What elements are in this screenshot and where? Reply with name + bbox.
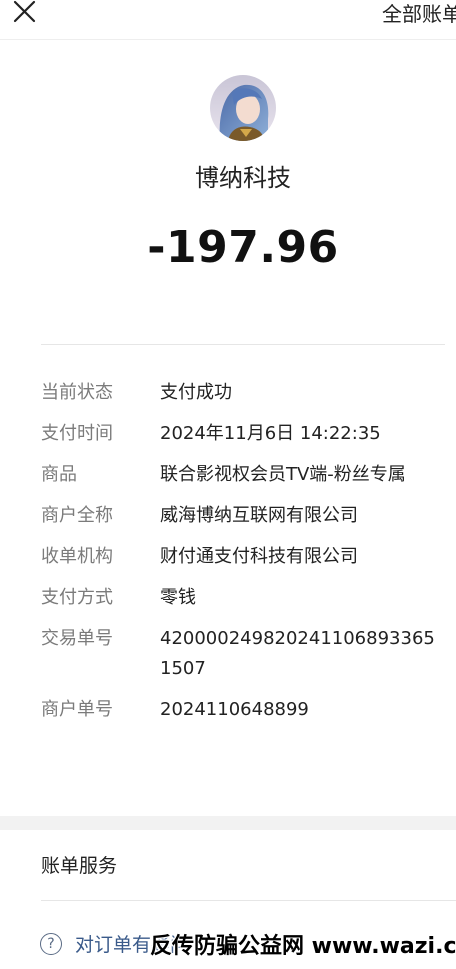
section-separator <box>0 816 456 830</box>
detail-row-product: 商品 联合影视权会员TV端-粉丝专属 <box>41 460 446 490</box>
detail-value: 联合影视权会员TV端-粉丝专属 <box>160 464 406 485</box>
detail-label: 交易单号 <box>41 628 113 649</box>
close-button[interactable] <box>10 0 38 28</box>
detail-row-transaction-id: 交易单号 4200002498202411068933651507 <box>41 624 446 684</box>
question-circle-icon: ? <box>40 932 62 955</box>
detail-row-time: 支付时间 2024年11月6日 14:22:35 <box>41 419 446 449</box>
merchant-name: 博纳科技 <box>195 164 291 192</box>
detail-label: 商品 <box>41 464 77 485</box>
detail-value: 2024110648899 <box>160 699 309 720</box>
close-icon <box>13 0 36 23</box>
divider <box>41 344 445 345</box>
detail-row-acquirer: 收单机构 财付通支付科技有限公司 <box>41 542 446 572</box>
detail-label: 商户单号 <box>41 699 113 720</box>
watermark-text: 反传防骗公益网 www.wazi.cc <box>150 934 456 959</box>
detail-value: 零钱 <box>160 587 196 608</box>
divider <box>41 900 456 901</box>
detail-label: 收单机构 <box>41 546 113 567</box>
detail-label: 当前状态 <box>41 382 113 403</box>
detail-value: 4200002498202411068933651507 <box>160 628 435 679</box>
detail-value: 支付成功 <box>160 382 232 403</box>
detail-label: 支付时间 <box>41 423 113 444</box>
transaction-details: 当前状态 支付成功 支付时间 2024年11月6日 14:22:35 商品 联合… <box>41 378 446 736</box>
detail-row-merchant-order-id: 商户单号 2024110648899 <box>41 695 446 725</box>
all-bills-link[interactable]: 全部账单 <box>382 0 456 27</box>
detail-value: 财付通支付科技有限公司 <box>160 546 358 567</box>
detail-row-status: 当前状态 支付成功 <box>41 378 446 408</box>
detail-value: 2024年11月6日 14:22:35 <box>160 423 381 444</box>
merchant-avatar <box>210 75 276 141</box>
payment-amount: -197.96 <box>147 222 339 273</box>
detail-label: 支付方式 <box>41 587 113 608</box>
top-bar: 全部账单 <box>0 0 456 40</box>
detail-label: 商户全称 <box>41 505 113 526</box>
detail-row-payment-method: 支付方式 零钱 <box>41 583 446 613</box>
detail-value: 威海博纳互联网有限公司 <box>160 505 358 526</box>
detail-row-merchant-fullname: 商户全称 威海博纳互联网有限公司 <box>41 501 446 531</box>
bill-services-title: 账单服务 <box>41 855 118 877</box>
